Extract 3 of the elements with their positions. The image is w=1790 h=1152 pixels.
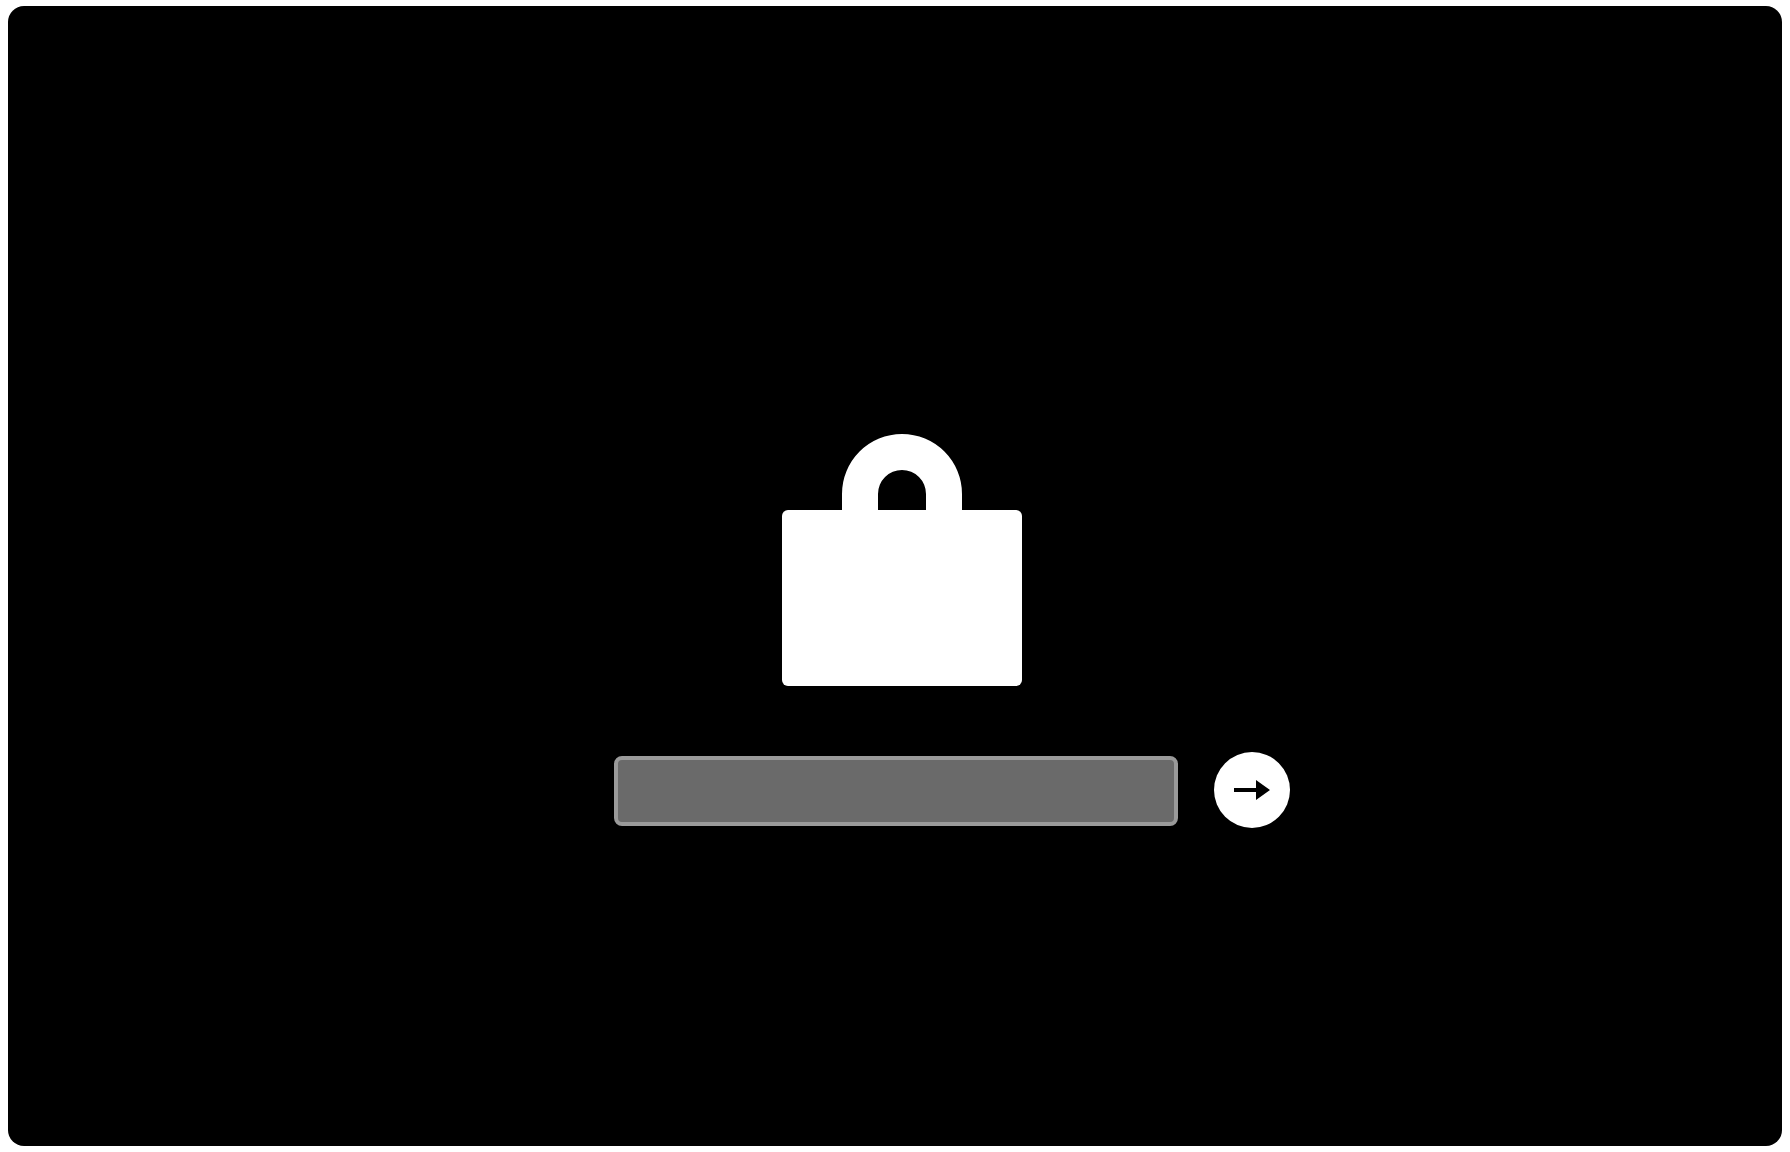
arrow-icon — [1233, 780, 1269, 800]
submit-button[interactable] — [1213, 752, 1289, 828]
password-field[interactable] — [613, 755, 1177, 825]
